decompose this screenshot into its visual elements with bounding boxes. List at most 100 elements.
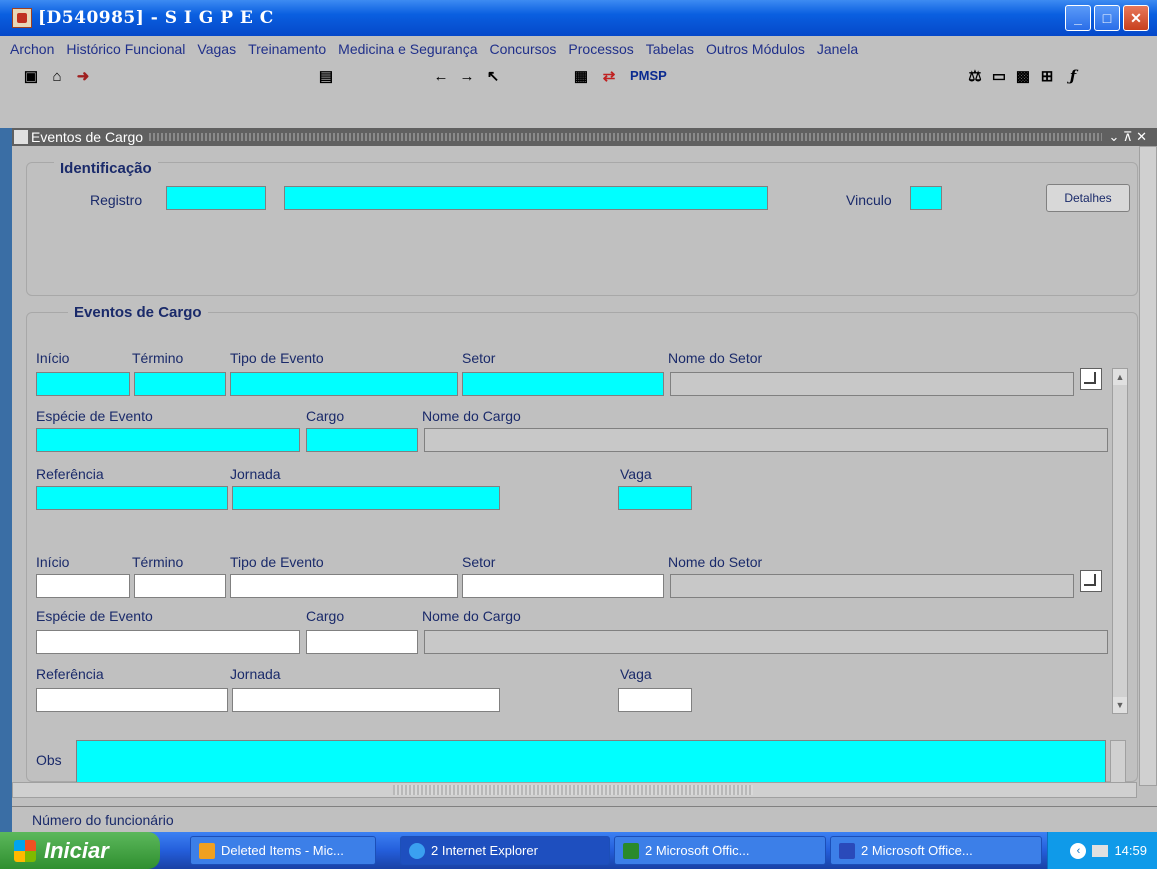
app-icon <box>12 8 32 28</box>
word-icon <box>839 842 855 859</box>
especie-evento-input[interactable] <box>36 428 300 452</box>
close-button[interactable]: ✕ <box>1123 5 1149 31</box>
tipo-evento-label: Tipo de Evento <box>230 554 324 570</box>
clock: 14:59 <box>1114 843 1147 858</box>
registro-name-input[interactable] <box>284 186 768 210</box>
task-microsoft-office-1[interactable]: 2 Microsoft Offic... <box>614 836 826 865</box>
nome-setor-label: Nome do Setor <box>668 554 763 570</box>
task-deleted-items[interactable]: Deleted Items - Mic... <box>190 836 376 865</box>
task-microsoft-office-2[interactable]: 2 Microsoft Office... <box>830 836 1042 865</box>
form-horizontal-scrollbar[interactable] <box>12 782 1137 798</box>
cargo-input[interactable] <box>306 630 418 654</box>
maximize-button[interactable]: □ <box>1094 5 1120 31</box>
tipo-evento-input[interactable] <box>230 574 458 598</box>
inner-window-title-bar[interactable]: Eventos de Cargo ⌄ ⊼ ✕ <box>12 128 1157 146</box>
system-tray: ‹ 14:59 <box>1047 832 1157 869</box>
setor-label: Setor <box>462 350 496 366</box>
scroll-thumb[interactable] <box>393 785 753 795</box>
menu-concursos[interactable]: Concursos <box>489 41 556 57</box>
termino-label: Término <box>132 554 184 570</box>
start-button[interactable]: Iniciar <box>0 832 160 869</box>
nome-cargo-label: Nome do Cargo <box>422 408 521 424</box>
inner-window-title: Eventos de Cargo <box>31 129 144 145</box>
referencia-input[interactable] <box>36 486 228 510</box>
menu-medicina-seguranca[interactable]: Medicina e Segurança <box>338 41 477 57</box>
records-scrollbar[interactable]: ▲ ▼ <box>1112 368 1128 714</box>
mail-icon[interactable] <box>1092 844 1109 857</box>
record-checkbox[interactable] <box>1080 570 1102 592</box>
termino-input[interactable] <box>134 574 226 598</box>
task-label: 2 Microsoft Offic... <box>645 843 750 858</box>
menu-row: Archon Histórico Funcional Vagas Treinam… <box>0 36 1157 62</box>
form-canvas: Identificação Registro Vinculo Detalhes … <box>12 146 1157 806</box>
jornada-input[interactable] <box>232 486 500 510</box>
tipo-evento-input[interactable] <box>230 372 458 396</box>
menu-processos[interactable]: Processos <box>568 41 633 57</box>
identificacao-frame <box>26 162 1138 296</box>
obs-scrollbar[interactable] <box>1110 740 1126 784</box>
form-icon <box>14 130 28 144</box>
referencia-input[interactable] <box>36 688 228 712</box>
title-bar-texture <box>149 133 1103 141</box>
menu-vagas[interactable]: Vagas <box>197 41 236 57</box>
nome-setor-field <box>670 574 1074 598</box>
window-title: [D540985] - S I G P E C <box>38 8 274 28</box>
menu-janela[interactable]: Janela <box>817 41 858 57</box>
task-internet-explorer[interactable]: 2 Internet Explorer <box>400 836 610 865</box>
status-text: Número do funcionário <box>32 811 174 828</box>
setor-input[interactable] <box>462 372 664 396</box>
window-controls: _ □ ✕ <box>1065 5 1149 31</box>
vaga-label: Vaga <box>620 466 652 482</box>
setor-label: Setor <box>462 554 496 570</box>
form-scrollbar[interactable] <box>1139 146 1157 786</box>
cargo-input[interactable] <box>306 428 418 452</box>
window-title-bar[interactable]: [D540985] - S I G P E C _ □ ✕ <box>0 0 1157 36</box>
tray-expand-icon[interactable]: ‹ <box>1070 842 1087 859</box>
inner-window-controls[interactable]: ⌄ ⊼ ✕ <box>1108 129 1147 145</box>
identificacao-title: Identificação <box>54 160 158 177</box>
cargo-label: Cargo <box>306 608 345 624</box>
inicio-input[interactable] <box>36 372 130 396</box>
tipo-evento-label: Tipo de Evento <box>230 350 324 366</box>
vaga-input[interactable] <box>618 486 692 510</box>
scroll-down-arrow-icon[interactable]: ▼ <box>1113 697 1127 713</box>
especie-evento-input[interactable] <box>36 630 300 654</box>
menu-bar: Archon Histórico Funcional Vagas Treinam… <box>0 36 1157 87</box>
minimize-button[interactable]: _ <box>1065 5 1091 31</box>
internet-explorer-icon <box>409 842 425 859</box>
registro-input[interactable] <box>166 186 266 210</box>
menu-treinamento[interactable]: Treinamento <box>248 41 326 57</box>
scroll-up-arrow-icon[interactable]: ▲ <box>1113 369 1127 385</box>
eventos-title: Eventos de Cargo <box>68 304 208 321</box>
nome-cargo-label: Nome do Cargo <box>422 608 521 624</box>
inicio-label: Início <box>36 350 70 366</box>
inicio-input[interactable] <box>36 574 130 598</box>
registro-label: Registro <box>90 192 143 208</box>
vaga-input[interactable] <box>618 688 692 712</box>
referencia-label: Referência <box>36 666 104 682</box>
setor-input[interactable] <box>462 574 664 598</box>
menu-historico-funcional[interactable]: Histórico Funcional <box>66 41 185 57</box>
nome-setor-label: Nome do Setor <box>668 350 763 366</box>
nome-cargo-field <box>424 428 1108 452</box>
detalhes-button[interactable]: Detalhes <box>1046 184 1130 212</box>
especie-evento-label: Espécie de Evento <box>36 608 153 624</box>
status-bar: Número do funcionário <box>12 806 1157 832</box>
obs-textarea[interactable] <box>76 740 1106 784</box>
inicio-label: Início <box>36 554 70 570</box>
termino-input[interactable] <box>134 372 226 396</box>
record-checkbox[interactable] <box>1080 368 1102 390</box>
vinculo-input[interactable] <box>910 186 942 210</box>
windows-logo-icon <box>14 839 36 862</box>
menu-outros-modulos[interactable]: Outros Módulos <box>706 41 805 57</box>
referencia-label: Referência <box>36 466 104 482</box>
menu-archon[interactable]: Archon <box>10 41 54 57</box>
taskbar: Iniciar Deleted Items - Mic... 2 Interne… <box>0 832 1157 869</box>
vinculo-label: Vinculo <box>846 192 892 208</box>
start-label: Iniciar <box>44 837 109 863</box>
menu-tabelas[interactable]: Tabelas <box>646 41 694 57</box>
outlook-icon <box>199 842 215 859</box>
nome-cargo-field <box>424 630 1108 654</box>
obs-label: Obs <box>36 752 62 768</box>
jornada-input[interactable] <box>232 688 500 712</box>
